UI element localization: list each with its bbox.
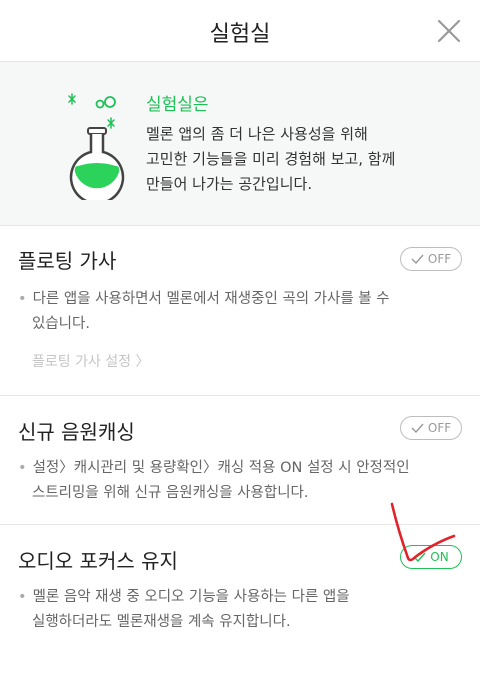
- bullet-dot: •: [18, 589, 27, 605]
- bullet-dot: •: [18, 291, 27, 307]
- floating-lyrics-toggle[interactable]: OFF: [400, 247, 462, 271]
- section-description: • 설정〉캐시관리 및 용량확인〉캐싱 적용 ON 설정 시 안정적인 스트리밍을…: [18, 456, 468, 506]
- check-icon: [411, 254, 424, 264]
- close-icon[interactable]: [432, 14, 466, 48]
- floating-lyrics-settings-link[interactable]: 플로팅 가사 설정 〉: [32, 351, 150, 371]
- description-line: 다른 앱을 사용하면서 멜론에서 재생중인 곡의 가사를 볼 수: [32, 291, 390, 307]
- section-title: 플로팅 가사: [18, 249, 117, 273]
- intro-line: 만들어 나가는 공간입니다.: [146, 175, 313, 193]
- section-floating-lyrics: 플로팅 가사 OFF • 다른 앱을 사용하면서 멜론에서 재생중인 곡의 가사를…: [0, 227, 480, 395]
- description-line: 설정〉캐시관리 및 용량확인〉캐싱 적용 ON 설정 시 안정적인: [32, 460, 410, 476]
- intro-description: 멜론 앱의 좀 더 나은 사용성을 위해 고민한 기능들을 미리 경험해 보고,…: [146, 122, 466, 197]
- intro-title: 실험실은: [146, 95, 209, 115]
- section-title: 오디오 포커스 유지: [18, 549, 178, 573]
- section-description: • 멜론 음악 재생 중 오디오 기능을 사용하는 다른 앱을 실행하더라도 멜론…: [18, 585, 468, 635]
- description-line: 있습니다.: [32, 316, 90, 332]
- page-title: 실험실: [209, 22, 271, 47]
- check-icon: [411, 423, 424, 433]
- toggle-label: OFF: [427, 421, 452, 435]
- description-line: 실행하더라도 멜론재생을 계속 유지합니다.: [32, 614, 291, 630]
- intro-line: 멜론 앱의 좀 더 나은 사용성을 위해: [146, 125, 368, 143]
- description-line: 스트리밍을 위해 신규 음원캐싱을 사용합니다.: [32, 485, 309, 501]
- link-label: 플로팅 가사 설정: [32, 354, 132, 370]
- audio-caching-toggle[interactable]: OFF: [400, 416, 462, 440]
- bullet-dot: •: [18, 460, 27, 476]
- chevron-right-icon: 〉: [135, 354, 150, 370]
- red-checkmark-annotation: [390, 502, 456, 562]
- lab-intro: 실험실은 멜론 앱의 좀 더 나은 사용성을 위해 고민한 기능들을 미리 경험…: [0, 62, 480, 226]
- section-title: 신규 음원캐싱: [18, 420, 135, 444]
- intro-line: 고민한 기능들을 미리 경험해 보고, 함께: [146, 150, 396, 168]
- section-description: • 다른 앱을 사용하면서 멜론에서 재생중인 곡의 가사를 볼 수 있습니다.: [18, 287, 468, 337]
- toggle-label: OFF: [427, 252, 452, 266]
- description-line: 멜론 음악 재생 중 오디오 기능을 사용하는 다른 앱을: [32, 589, 350, 605]
- header-bar: 실험실: [0, 0, 480, 62]
- flask-icon: [68, 93, 125, 200]
